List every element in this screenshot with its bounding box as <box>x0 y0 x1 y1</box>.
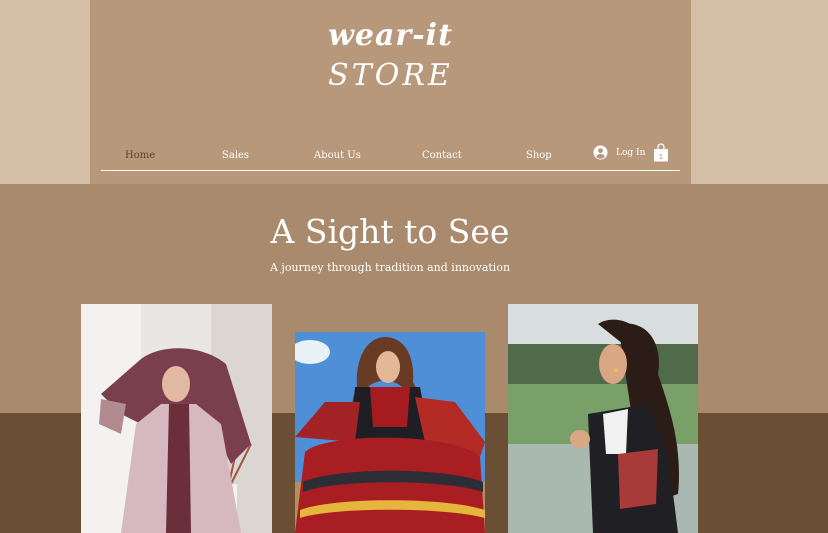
nav-contact[interactable]: Contact <box>422 150 462 161</box>
woman-in-mauve-headscarf-photo[interactable] <box>81 304 272 533</box>
left-panel <box>0 0 90 184</box>
nav-about-us[interactable]: About Us <box>314 150 361 161</box>
woman-in-red-embroidered-dress-photo[interactable] <box>295 332 485 533</box>
nav-underline <box>101 170 680 171</box>
login-label: Log In <box>616 147 646 158</box>
woman-in-embroidered-black-top-photo[interactable] <box>508 304 698 533</box>
shopping-bag-icon[interactable]: 1 <box>653 143 669 162</box>
user-icon <box>593 145 608 160</box>
site-header: wear-it STORE Home Sales About Us Contac… <box>90 0 691 184</box>
logo-wordmark[interactable]: wear-it <box>90 18 691 53</box>
nav-home[interactable]: Home <box>125 150 155 161</box>
right-panel <box>691 0 828 184</box>
hero-title: A Sight to See <box>270 212 510 251</box>
nav-shop[interactable]: Shop <box>526 150 552 161</box>
login-button[interactable]: Log In <box>593 145 645 160</box>
hero-subtitle: A journey through tradition and innovati… <box>269 261 511 274</box>
cart-count: 1 <box>659 153 663 161</box>
logo-store-text[interactable]: STORE <box>90 58 691 93</box>
nav-sales[interactable]: Sales <box>222 150 249 161</box>
